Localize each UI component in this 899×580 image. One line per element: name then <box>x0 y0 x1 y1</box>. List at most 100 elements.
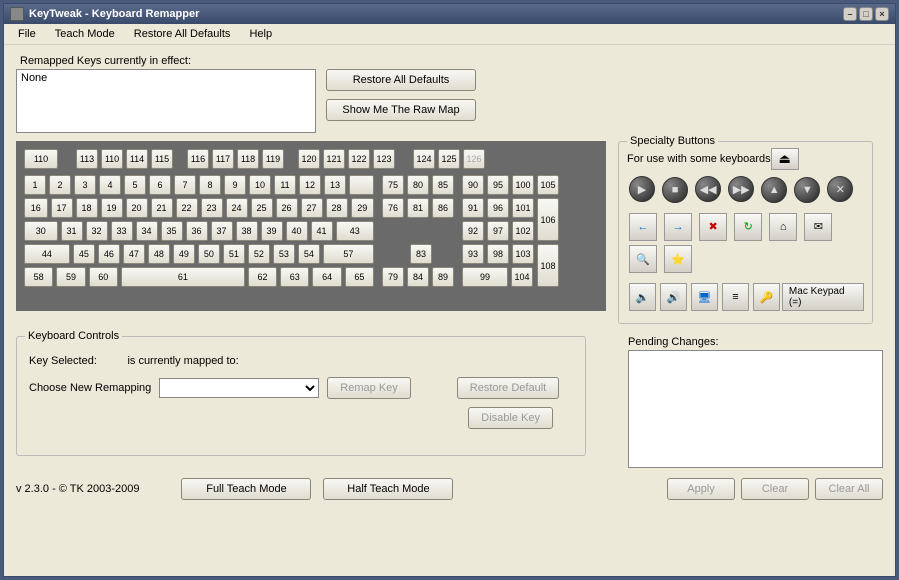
remap-key-button[interactable]: Remap Key <box>327 377 410 399</box>
media-play-button[interactable]: ▶ <box>629 176 655 202</box>
key[interactable]: 34 <box>136 221 158 241</box>
key[interactable]: 101 <box>512 198 534 218</box>
key[interactable]: 106 <box>537 198 559 241</box>
calculator-button[interactable]: ≡ <box>722 283 749 311</box>
key[interactable]: 5 <box>124 175 146 195</box>
key[interactable]: 41 <box>311 221 333 241</box>
key[interactable]: 81 <box>407 198 429 218</box>
key[interactable]: 54 <box>298 244 320 264</box>
key[interactable]: 57 <box>323 244 374 264</box>
key[interactable]: 20 <box>126 198 148 218</box>
key[interactable]: 97 <box>487 221 509 241</box>
menu-teach-mode[interactable]: Teach Mode <box>47 26 123 42</box>
key[interactable]: 31 <box>61 221 83 241</box>
app-button-1[interactable]: 🔈 <box>629 283 656 311</box>
key[interactable]: 2 <box>49 175 71 195</box>
key[interactable]: 18 <box>76 198 98 218</box>
minimize-button[interactable]: – <box>843 7 857 21</box>
key[interactable]: 63 <box>280 267 309 287</box>
key[interactable]: 40 <box>286 221 308 241</box>
key[interactable]: 35 <box>161 221 183 241</box>
key[interactable]: 115 <box>151 149 173 169</box>
key[interactable]: 65 <box>345 267 374 287</box>
restore-all-defaults-button[interactable]: Restore All Defaults <box>326 69 476 91</box>
key[interactable]: 120 <box>298 149 320 169</box>
key[interactable]: 84 <box>407 267 429 287</box>
key[interactable]: 100 <box>512 175 534 195</box>
key[interactable]: 44 <box>24 244 70 264</box>
show-raw-map-button[interactable]: Show Me The Raw Map <box>326 99 476 121</box>
key[interactable]: 85 <box>432 175 454 195</box>
key[interactable]: 123 <box>373 149 395 169</box>
key[interactable]: 64 <box>312 267 341 287</box>
key[interactable]: 33 <box>111 221 133 241</box>
key[interactable]: 103 <box>512 244 534 264</box>
key[interactable]: 117 <box>212 149 234 169</box>
key[interactable]: 75 <box>382 175 404 195</box>
key[interactable]: 125 <box>438 149 460 169</box>
key[interactable]: 58 <box>24 267 53 287</box>
half-teach-mode-button[interactable]: Half Teach Mode <box>323 478 453 500</box>
key[interactable]: 99 <box>462 267 508 287</box>
key[interactable]: 26 <box>276 198 298 218</box>
menu-restore-defaults[interactable]: Restore All Defaults <box>126 26 239 42</box>
restore-default-button[interactable]: Restore Default <box>457 377 559 399</box>
key[interactable]: 76 <box>382 198 404 218</box>
key[interactable]: 25 <box>251 198 273 218</box>
key[interactable]: 108 <box>537 244 559 287</box>
nav-back-button[interactable]: ← <box>629 213 657 241</box>
key[interactable]: 86 <box>432 198 454 218</box>
key[interactable]: 95 <box>487 175 509 195</box>
key[interactable]: 116 <box>187 149 209 169</box>
key[interactable]: 22 <box>176 198 198 218</box>
key[interactable]: 8 <box>199 175 221 195</box>
key[interactable]: 9 <box>224 175 246 195</box>
mac-keypad-button[interactable]: Mac Keypad (=) <box>782 283 864 311</box>
key[interactable]: 6 <box>149 175 171 195</box>
key[interactable]: 113 <box>76 149 98 169</box>
key[interactable]: 48 <box>148 244 170 264</box>
key[interactable]: 60 <box>89 267 118 287</box>
my-computer-button[interactable]: 🖥 <box>691 283 718 311</box>
nav-home-button[interactable]: ⌂ <box>769 213 797 241</box>
key[interactable]: 122 <box>348 149 370 169</box>
key[interactable]: 17 <box>51 198 73 218</box>
key[interactable]: 49 <box>173 244 195 264</box>
menu-file[interactable]: File <box>10 26 44 42</box>
nav-forward-button[interactable]: → <box>664 213 692 241</box>
media-vol-down-button[interactable]: ▼ <box>794 177 820 203</box>
key[interactable]: 93 <box>462 244 484 264</box>
key[interactable]: 124 <box>413 149 435 169</box>
disable-key-button[interactable]: Disable Key <box>468 407 553 429</box>
key[interactable]: 1 <box>24 175 46 195</box>
key[interactable]: 51 <box>223 244 245 264</box>
key[interactable]: 89 <box>432 267 454 287</box>
key[interactable]: 43 <box>336 221 374 241</box>
key[interactable]: 92 <box>462 221 484 241</box>
full-teach-mode-button[interactable]: Full Teach Mode <box>181 478 311 500</box>
key[interactable]: 121 <box>323 149 345 169</box>
key[interactable]: 19 <box>101 198 123 218</box>
key[interactable]: 30 <box>24 221 58 241</box>
key[interactable]: 110 <box>24 149 58 169</box>
key[interactable]: 52 <box>248 244 270 264</box>
key[interactable]: 38 <box>236 221 258 241</box>
key[interactable]: 7 <box>174 175 196 195</box>
remapping-select[interactable] <box>159 378 319 398</box>
key[interactable]: 110 <box>101 149 123 169</box>
key[interactable]: 46 <box>98 244 120 264</box>
nav-refresh-button[interactable]: ↻ <box>734 213 762 241</box>
key[interactable]: 102 <box>512 221 534 241</box>
key[interactable]: 98 <box>487 244 509 264</box>
key[interactable]: 53 <box>273 244 295 264</box>
key-backspace[interactable] <box>349 175 374 195</box>
key[interactable]: 16 <box>24 198 48 218</box>
nav-search-button[interactable]: 🔍 <box>629 245 657 273</box>
key[interactable]: 24 <box>226 198 248 218</box>
key[interactable]: 36 <box>186 221 208 241</box>
key[interactable]: 21 <box>151 198 173 218</box>
key[interactable]: 11 <box>274 175 296 195</box>
key[interactable]: 27 <box>301 198 323 218</box>
nav-favorites-button[interactable]: ⭐ <box>664 245 692 273</box>
key[interactable]: 47 <box>123 244 145 264</box>
